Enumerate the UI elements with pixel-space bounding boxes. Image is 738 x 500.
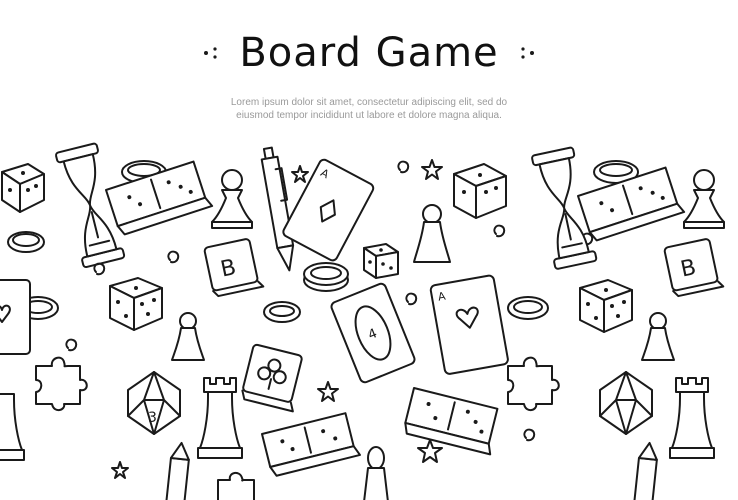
number-card-icon: 4 (330, 282, 416, 384)
pawn-icon (641, 312, 675, 361)
rook-icon (669, 377, 715, 459)
puzzle-piece-icon (217, 472, 255, 500)
pawn-icon (211, 169, 253, 229)
swirl-icon (65, 338, 78, 352)
pencil-icon (164, 441, 190, 500)
swirl-icon (93, 262, 106, 276)
star-icon (317, 381, 339, 402)
coin-icon (263, 301, 301, 323)
puzzle-piece-icon (35, 356, 88, 411)
die-icon (109, 277, 163, 331)
playing-card-icon: A (429, 274, 509, 375)
letter-tile-icon: B (203, 238, 265, 298)
swirl-icon (523, 428, 536, 442)
domino-icon (261, 412, 361, 477)
d10-die-icon (599, 371, 653, 435)
star-icon (111, 461, 129, 479)
star-icon (417, 439, 443, 463)
swirl-icon (167, 250, 180, 264)
star-icon (421, 159, 443, 180)
die-icon (363, 243, 399, 279)
pawn-icon (413, 204, 451, 263)
swirl-icon (493, 224, 506, 238)
die-face-number: 3 (148, 410, 157, 426)
die-icon (453, 163, 507, 219)
die-icon (1, 163, 45, 213)
coin-icon (7, 231, 45, 253)
bishop-icon (363, 446, 389, 500)
star-icon (291, 165, 309, 183)
d10-die-icon: 3 (127, 371, 181, 435)
pawn-icon (683, 169, 725, 229)
pawn-icon (171, 312, 205, 361)
puzzle-piece-icon (507, 356, 560, 411)
die-icon (579, 279, 633, 333)
coin-stack-icon (303, 262, 349, 292)
swirl-icon (397, 160, 410, 174)
board-game-doodle-pattern: A B 3 4 A B (0, 142, 725, 500)
pencil-icon (632, 441, 658, 500)
domino-icon (404, 387, 499, 456)
rook-icon (0, 393, 25, 461)
coin-icon (507, 296, 549, 320)
swirl-icon (405, 292, 418, 306)
pen-icon (260, 146, 295, 272)
clover-card-icon (241, 343, 303, 413)
playing-card-icon (0, 279, 31, 355)
letter-tile-icon: B (663, 238, 725, 298)
rook-icon (197, 377, 243, 459)
